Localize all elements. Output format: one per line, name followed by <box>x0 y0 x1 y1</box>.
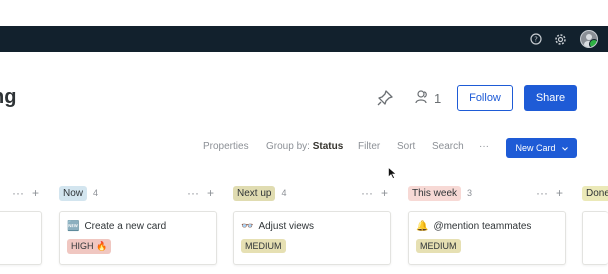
follow-button[interactable]: Follow <box>457 85 513 111</box>
column-header-next-up: Next up 4 <box>233 184 286 202</box>
column-add-button[interactable]: + <box>381 186 388 200</box>
new-card-label: New Card <box>515 143 556 153</box>
card-mention-teammates[interactable]: 🔔 @mention teammates MEDIUM <box>408 211 566 265</box>
help-icon[interactable]: ? <box>528 31 544 47</box>
members-button[interactable]: 1 <box>414 89 441 107</box>
card-adjust-views[interactable]: 👓 Adjust views MEDIUM <box>233 211 391 265</box>
column-more-button[interactable]: ··· <box>187 186 199 200</box>
column-label-now: Now <box>59 185 88 201</box>
column-count-this-week: 3 <box>467 188 473 198</box>
column-header-now: Now 4 <box>59 184 98 202</box>
card-create-new-card[interactable]: 🆕 Create a new card HIGH 🔥 <box>59 211 217 265</box>
column-header-done: Done <box>582 184 608 202</box>
column-actions-next-up: ··· + <box>361 184 388 202</box>
chevron-down-icon <box>561 143 568 153</box>
column-add-button[interactable]: + <box>207 186 214 200</box>
column-header-this-week: This week 3 <box>408 184 472 202</box>
card-title: 🔔 @mention teammates <box>416 221 531 232</box>
priority-tag: HIGH 🔥 <box>67 239 112 254</box>
card-partial[interactable] <box>0 211 42 265</box>
column-more-button[interactable]: ··· <box>536 186 548 200</box>
user-avatar[interactable] <box>580 30 598 48</box>
new-icon: 🆕 <box>67 221 80 232</box>
gear-icon[interactable] <box>552 31 568 47</box>
top-nav-strip <box>0 26 608 52</box>
column-actions-now: ··· + <box>187 184 214 202</box>
priority-tag: MEDIUM <box>416 239 461 253</box>
card-title-text: Create a new card <box>84 221 167 232</box>
group-by-value: Status <box>312 141 344 152</box>
pin-icon[interactable] <box>376 89 394 107</box>
column-label-done: Done <box>582 185 608 201</box>
column-add-button[interactable]: + <box>556 186 563 200</box>
column-label-this-week: This week <box>408 185 462 201</box>
column-label-next-up: Next up <box>233 185 276 201</box>
mouse-cursor-icon <box>388 166 397 184</box>
filter-button[interactable]: Filter <box>358 141 380 152</box>
column-count-next-up: 4 <box>281 188 287 198</box>
top-bar: ? <box>0 0 608 52</box>
sort-button[interactable]: Sort <box>397 141 415 152</box>
priority-tag: MEDIUM <box>241 239 286 253</box>
more-options-button[interactable]: ··· <box>479 141 489 152</box>
properties-button[interactable]: Properties <box>203 141 249 152</box>
online-status-dot <box>589 39 597 47</box>
new-card-button[interactable]: New Card <box>506 138 577 158</box>
card-title-text: Adjust views <box>258 221 315 232</box>
column-actions: ··· + <box>12 184 39 202</box>
search-button[interactable]: Search <box>432 141 464 152</box>
share-button[interactable]: Share <box>524 85 577 111</box>
card-title-text: @mention teammates <box>433 221 532 232</box>
column-count-now: 4 <box>93 188 99 198</box>
members-count: 1 <box>434 90 442 106</box>
card-title: 👓 Adjust views <box>241 221 314 232</box>
group-by-button[interactable]: Group by: Status <box>266 141 343 152</box>
members-icon <box>414 89 430 108</box>
page-title: ng <box>0 86 17 108</box>
bell-icon: 🔔 <box>416 221 429 232</box>
column-actions-this-week: ··· + <box>536 184 563 202</box>
card-partial-done[interactable] <box>582 211 608 265</box>
column-more-button[interactable]: ··· <box>361 186 373 200</box>
glasses-icon: 👓 <box>241 221 254 232</box>
card-title: 🆕 Create a new card <box>67 221 166 232</box>
svg-text:?: ? <box>534 36 538 44</box>
column-add-button[interactable]: + <box>32 186 39 200</box>
column-more-button[interactable]: ··· <box>12 186 24 200</box>
group-by-label: Group by: <box>266 141 310 152</box>
